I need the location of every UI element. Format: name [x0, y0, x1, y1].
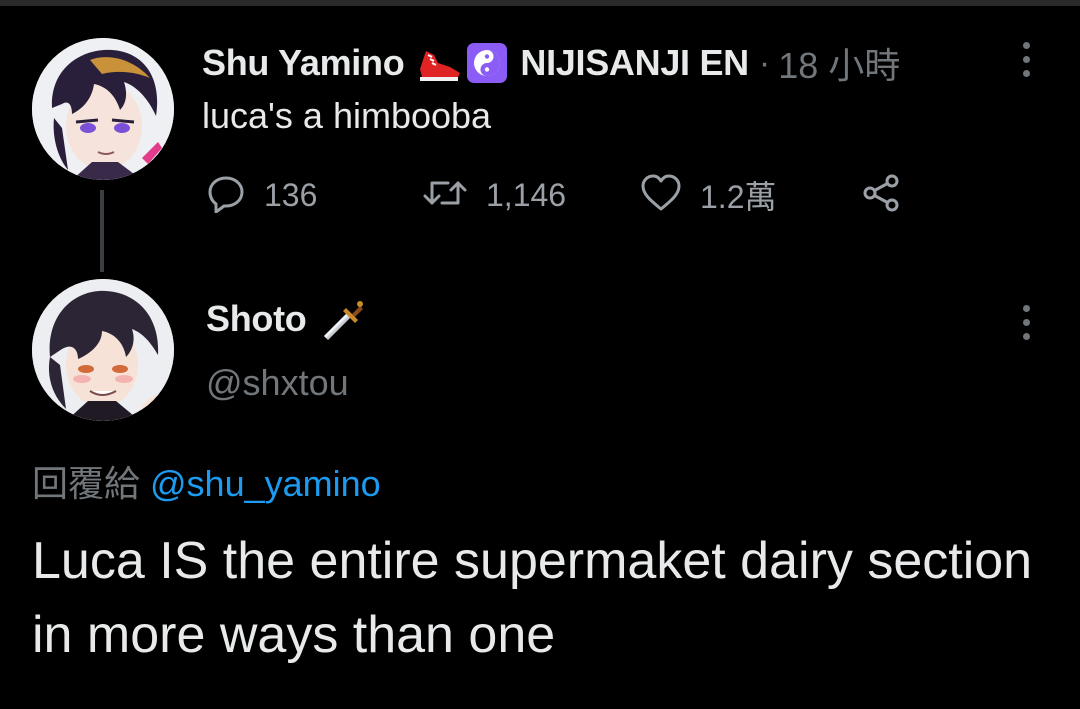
parent-tweet-text: luca's a himbooba	[202, 95, 492, 136]
parent-author-affiliation: NIJISANJI EN	[520, 42, 749, 83]
heart-icon	[640, 173, 682, 218]
parent-tweet-time[interactable]: 18 小時	[778, 37, 900, 89]
more-vertical-icon[interactable]	[1019, 305, 1033, 340]
retweet-button[interactable]: 1,146	[422, 170, 566, 220]
share-icon	[860, 172, 902, 219]
replying-to-mention-link[interactable]: @shu_yamino	[150, 463, 381, 504]
retweet-count: 1,146	[486, 176, 567, 213]
replying-to-label: 回覆給	[32, 463, 141, 504]
reply-icon	[206, 173, 246, 218]
parent-tweet-header: Shu Yamino NIJISANJI EN · 18 小時	[202, 38, 900, 88]
replying-to-line: 回覆給 @shu_yamino	[32, 455, 381, 507]
reply-button[interactable]: 136	[206, 170, 317, 220]
reply-tweet-header: Shoto	[206, 294, 364, 344]
thread-connector-line	[100, 190, 104, 272]
sneaker-emoji-icon	[416, 43, 462, 83]
more-vertical-icon[interactable]	[1019, 42, 1033, 77]
header-separator: ·	[758, 43, 771, 82]
reply-author-name[interactable]: Shoto	[206, 298, 307, 340]
avatar-shoto[interactable]	[32, 279, 174, 421]
yin-yang-emoji-icon	[466, 42, 508, 84]
retweet-icon	[422, 173, 468, 218]
dagger-emoji-icon	[318, 296, 364, 342]
reply-author-handle[interactable]: @shxtou	[206, 362, 349, 404]
like-button[interactable]: 1.2萬	[640, 170, 777, 220]
avatar-shu-yamino[interactable]	[32, 38, 174, 180]
reply-count: 136	[264, 176, 318, 213]
parent-author-name[interactable]: Shu Yamino	[202, 42, 405, 84]
reply-tweet-text: Luca IS the entire supermaket dairy sect…	[32, 532, 1033, 664]
share-button[interactable]	[860, 170, 902, 220]
like-count: 1.2萬	[700, 179, 777, 215]
top-divider	[0, 0, 1080, 6]
parent-tweet-actions: 136 1,146 1.2萬	[206, 170, 906, 220]
